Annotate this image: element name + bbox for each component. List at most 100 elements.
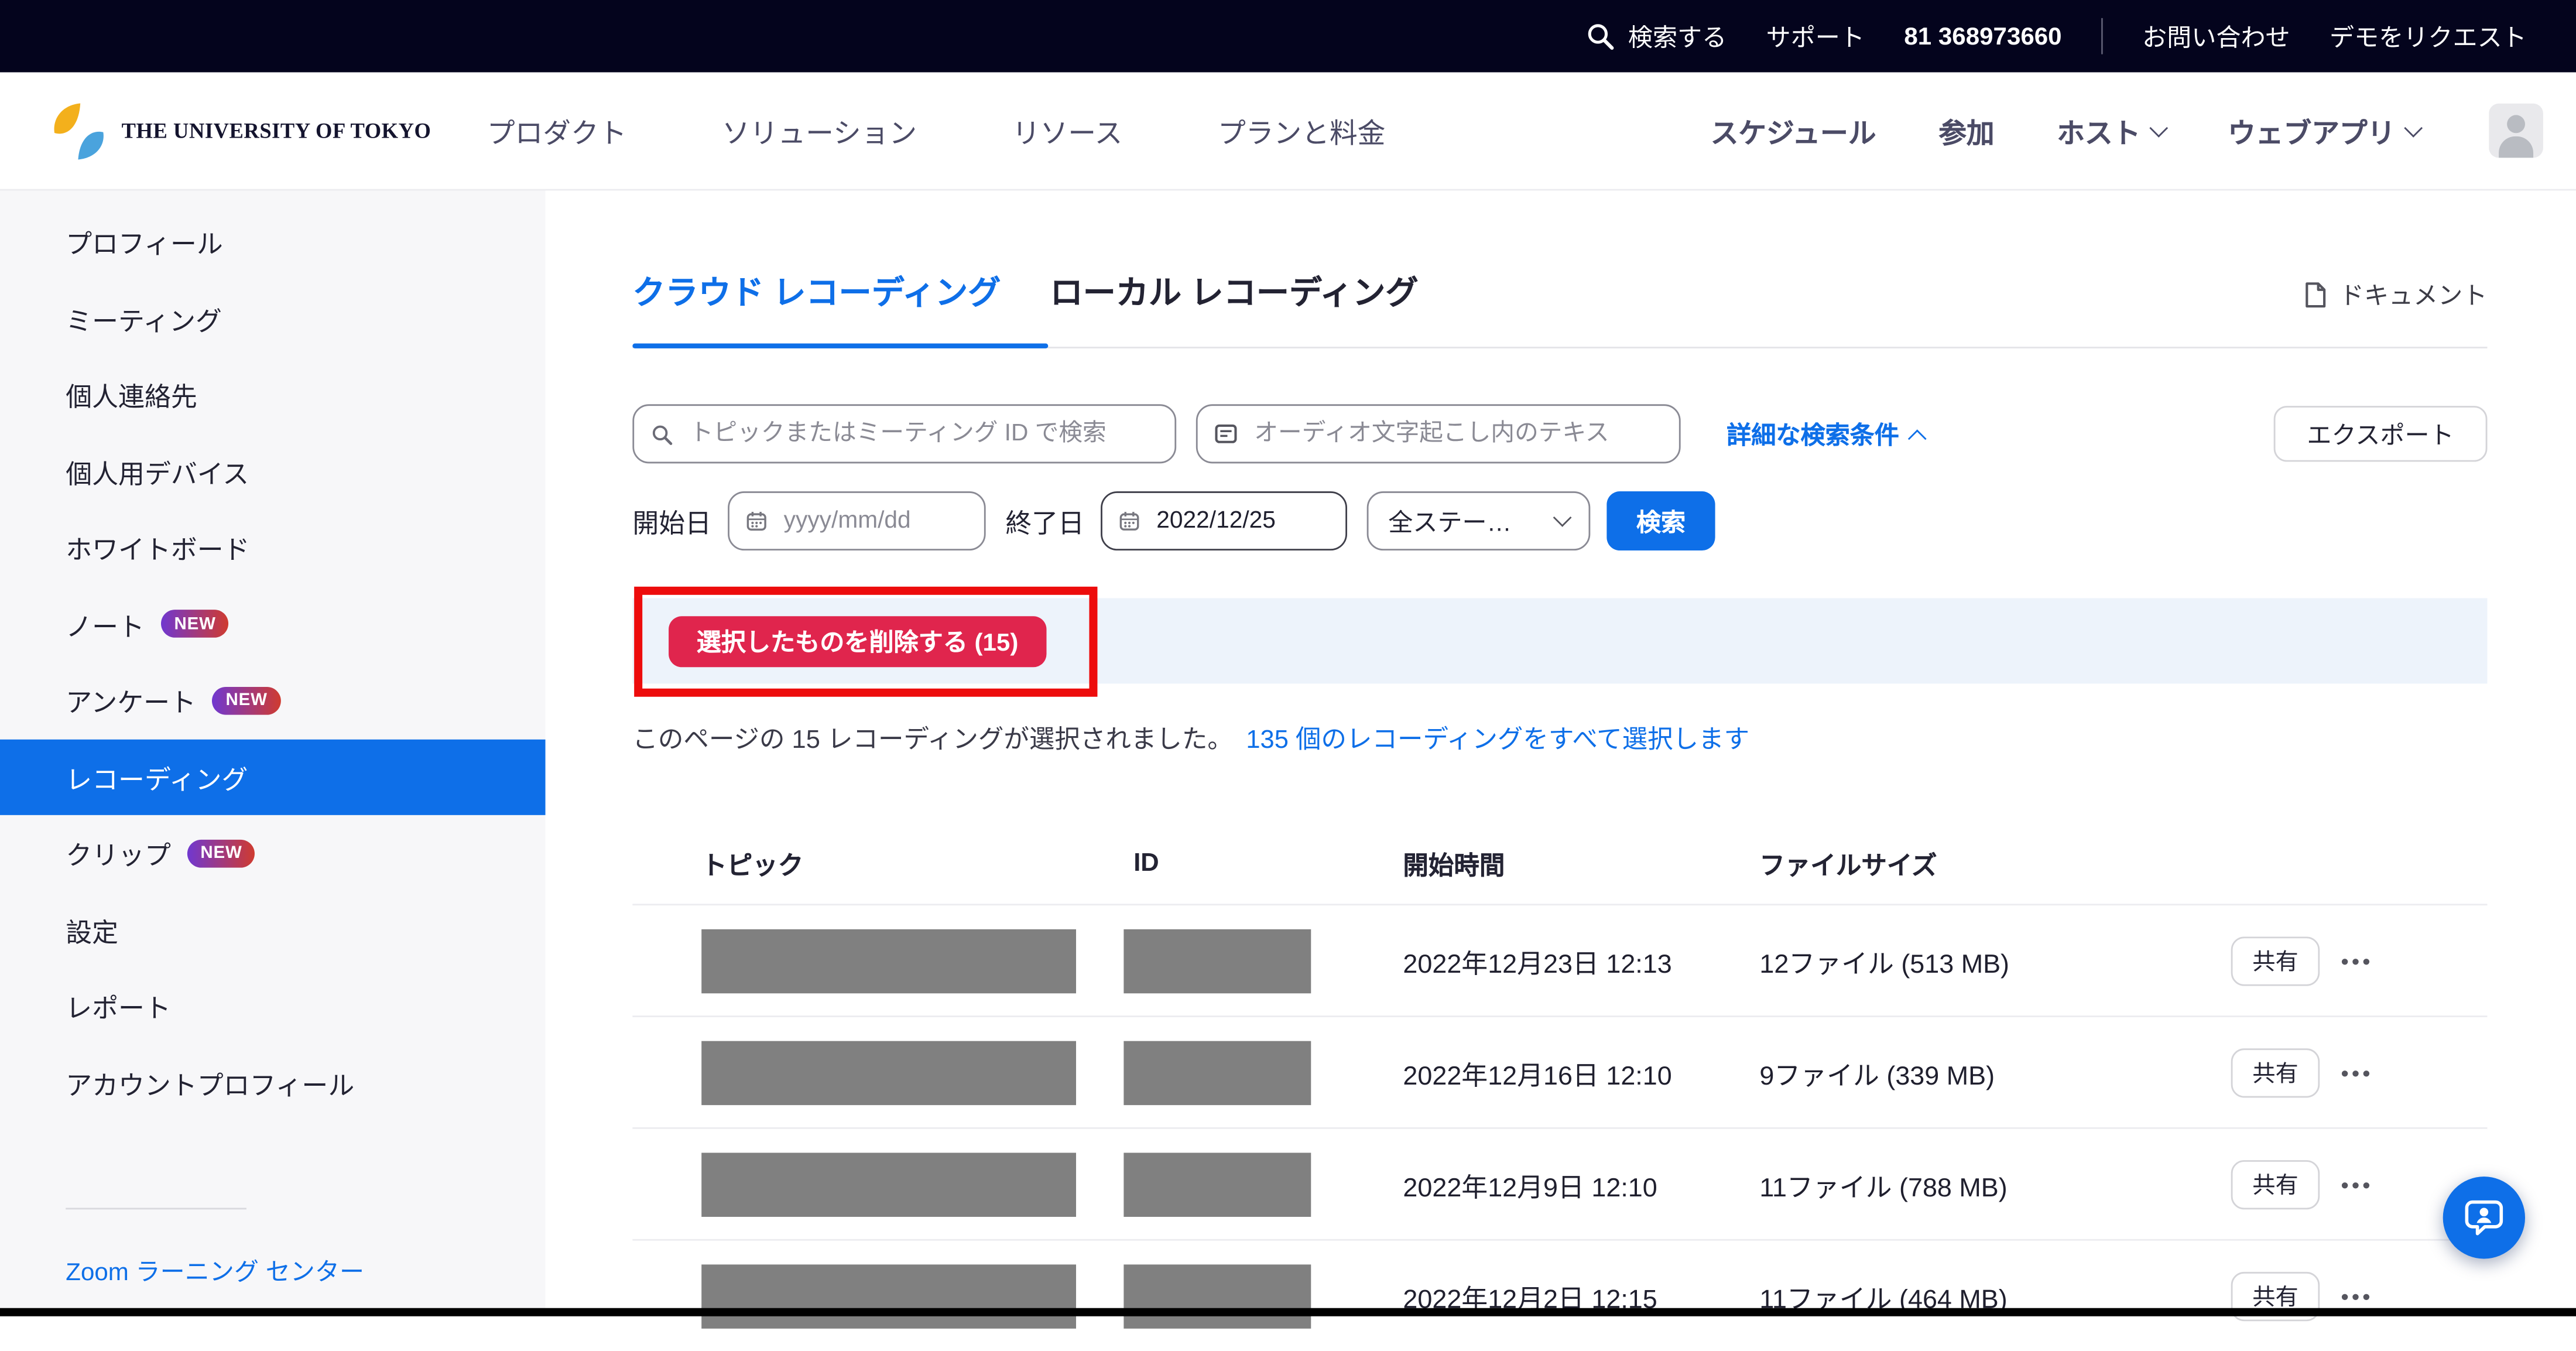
bulk-action-band: 選択したものを削除する (15) — [632, 598, 2487, 683]
more-options-icon[interactable]: ••• — [2341, 1284, 2373, 1308]
share-button[interactable]: 共有 — [2231, 1048, 2320, 1097]
nav-item-join[interactable]: 参加 — [1938, 110, 1994, 151]
sidebar-item-whiteboard[interactable]: ホワイトボード — [0, 509, 546, 586]
chevron-down-icon — [1553, 508, 1572, 527]
sidebar-item-label: ノート — [66, 604, 145, 644]
learning-center-link[interactable]: Zoom ラーニング センター — [66, 1254, 545, 1288]
more-options-icon[interactable]: ••• — [2341, 1060, 2373, 1085]
topbar-phone-number[interactable]: 81 368973660 — [1904, 22, 2061, 50]
sidebar-item-label: アンケート — [66, 680, 196, 720]
transcript-search-input[interactable] — [1251, 419, 1663, 449]
active-tab-indicator — [632, 343, 1048, 348]
avatar[interactable] — [2489, 104, 2543, 158]
row-start-time: 2022年12月23日 12:13 — [1403, 941, 1671, 980]
redacted-id — [1123, 1152, 1311, 1216]
sidebar-item-clips[interactable]: クリップNEW — [0, 815, 546, 891]
tabs-underline — [632, 343, 2487, 348]
sidebar-item-reports[interactable]: レポート — [0, 968, 546, 1044]
sidebar-item-label: レポート — [66, 986, 171, 1025]
sidebar-item-label: レコーディング — [66, 757, 248, 796]
sidebar-item-label: 個人用デバイス — [66, 452, 249, 491]
topbar-request-demo-link[interactable]: デモをリクエスト — [2330, 19, 2527, 53]
bottom-edge-bar — [0, 1307, 2576, 1315]
topic-search-input[interactable] — [686, 419, 1158, 449]
documentation-label: ドキュメント — [2339, 277, 2488, 312]
column-header-topic: トピック — [701, 846, 803, 883]
sidebar-item-settings[interactable]: 設定 — [0, 891, 546, 967]
nav-item-resources[interactable]: リソース — [1012, 110, 1122, 151]
page-body: プロフィール ミーティング 個人連絡先 個人用デバイス ホワイトボード ノート N… — [0, 191, 2576, 1316]
more-options-icon[interactable]: ••• — [2341, 948, 2373, 973]
nav-item-solutions[interactable]: ソリューション — [722, 110, 917, 151]
advanced-search-link[interactable]: 詳細な検索条件 — [1727, 416, 1924, 451]
topic-search-field[interactable] — [632, 404, 1176, 463]
documentation-link[interactable]: ドキュメント — [2303, 277, 2487, 312]
status-select-value: 全ステー… — [1388, 504, 1512, 538]
start-date-label: 開始日 — [632, 501, 711, 541]
sidebar-item-devices[interactable]: 個人用デバイス — [0, 433, 546, 509]
delete-selected-button[interactable]: 選択したものを削除する (15) — [669, 615, 1046, 666]
share-button[interactable]: 共有 — [2231, 936, 2320, 985]
end-date-input[interactable] — [1153, 506, 1330, 536]
nav-account-links: スケジュール 参加 ホスト ウェブアプリ — [1711, 104, 2543, 158]
sidebar-item-contacts[interactable]: 個人連絡先 — [0, 357, 546, 433]
university-logo[interactable]: THE UNIVERSITY OF TOKYO — [49, 100, 431, 162]
end-date-field[interactable] — [1101, 491, 1347, 550]
start-date-field[interactable] — [728, 491, 986, 550]
recordings-content: クラウド レコーディング ローカル レコーディング ドキュメント — [546, 191, 2576, 1316]
sidebar-item-notes[interactable]: ノート NEW — [0, 586, 546, 662]
export-button[interactable]: エクスポート — [2274, 406, 2488, 461]
top-utility-bar: 検索する サポート 81 368973660 お問い合わせ デモをリクエスト — [0, 0, 2576, 72]
table-row: 2022年12月23日 12:13 12ファイル (513 MB) 共有 ••• — [632, 905, 2487, 1017]
date-filter-row: 開始日 終了日 全ステー… 検索 — [632, 491, 2487, 550]
selection-summary-text: このページの 15 レコーディングが選択されました。 — [632, 720, 1233, 756]
nav-item-schedule[interactable]: スケジュール — [1711, 110, 1876, 151]
select-all-link[interactable]: 135 個のレコーディングをすべて選択します — [1246, 720, 1749, 756]
row-start-time: 2022年12月16日 12:10 — [1403, 1052, 1671, 1092]
sidebar-item-meetings[interactable]: ミーティング — [0, 280, 546, 356]
redacted-topic — [701, 1264, 1076, 1328]
nav-item-products[interactable]: プロダクト — [487, 110, 627, 151]
support-chat-button[interactable] — [2443, 1176, 2525, 1258]
share-button[interactable]: 共有 — [2231, 1160, 2320, 1209]
tab-cloud-recordings[interactable]: クラウド レコーディング — [632, 271, 1001, 317]
recordings-table: トピック ID 開始時間 ファイルサイズ 2022年12月23日 12:13 1… — [632, 825, 2487, 1351]
sidebar-item-label: アカウントプロフィール — [66, 1063, 354, 1102]
university-logo-text: THE UNIVERSITY OF TOKYO — [122, 118, 431, 144]
advanced-search-label: 詳細な検索条件 — [1727, 416, 1899, 451]
nav-item-webapp[interactable]: ウェブアプリ — [2228, 110, 2420, 151]
document-icon — [2303, 280, 2328, 308]
sidebar-item-surveys[interactable]: アンケートNEW — [0, 662, 546, 738]
redacted-topic — [701, 928, 1076, 992]
transcript-search-field[interactable] — [1196, 404, 1681, 463]
topbar-search[interactable]: 検索する — [1585, 19, 1727, 53]
chevron-down-icon — [2404, 119, 2423, 138]
sidebar-item-label: ミーティング — [66, 299, 222, 338]
calendar-icon — [746, 508, 768, 534]
tab-local-recordings[interactable]: ローカル レコーディング — [1050, 271, 1419, 317]
topbar-support-link[interactable]: サポート — [1766, 19, 1865, 53]
nav-item-host[interactable]: ホスト — [2057, 110, 2165, 151]
sidebar-item-label: 個人連絡先 — [66, 375, 197, 414]
column-header-id: ID — [1133, 850, 1159, 880]
sidebar-item-label: クリップ — [66, 833, 171, 873]
row-start-time: 2022年12月9日 12:10 — [1403, 1164, 1657, 1203]
calendar-icon — [1119, 508, 1140, 534]
status-select[interactable]: 全ステー… — [1367, 491, 1591, 550]
redacted-id — [1123, 1040, 1311, 1104]
sidebar-item-profile[interactable]: プロフィール — [0, 204, 546, 280]
new-badge: NEW — [161, 610, 229, 638]
tabs-row: クラウド レコーディング ローカル レコーディング ドキュメント — [632, 271, 2487, 317]
column-header-start-time: 開始時間 — [1403, 846, 1505, 883]
search-button[interactable]: 検索 — [1606, 491, 1715, 550]
nav-item-plans[interactable]: プランと料金 — [1218, 110, 1385, 151]
sidebar-item-label: プロフィール — [66, 223, 223, 262]
topbar-contact-link[interactable]: お問い合わせ — [2142, 19, 2290, 53]
table-row: 2022年12月9日 12:10 11ファイル (788 MB) 共有 ••• — [632, 1129, 2487, 1241]
sidebar-item-recordings[interactable]: レコーディング — [0, 738, 546, 815]
start-date-input[interactable] — [780, 506, 968, 536]
more-options-icon[interactable]: ••• — [2341, 1172, 2373, 1196]
redacted-topic — [701, 1040, 1076, 1104]
search-filter-row: 詳細な検索条件 エクスポート — [632, 404, 2487, 463]
sidebar-item-account-profile[interactable]: アカウントプロフィール — [0, 1044, 546, 1120]
